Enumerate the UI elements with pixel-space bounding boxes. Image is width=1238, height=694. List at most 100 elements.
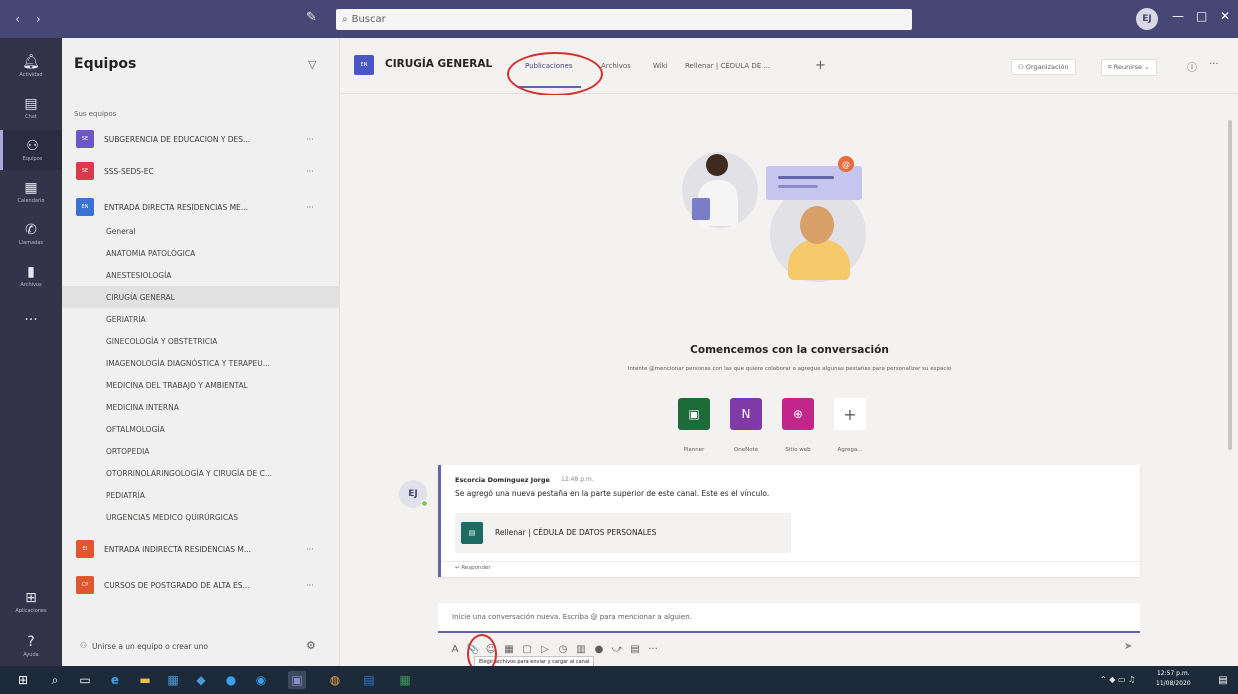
skype-icon[interactable]: ● <box>222 671 240 689</box>
rail-calls[interactable]: ✆ Llamadas <box>0 214 62 254</box>
channel-item[interactable]: ANATOMIA PATOLÓGICA <box>62 242 340 264</box>
team-row[interactable]: SE SSS-SEDS-EC ··· <box>62 156 340 186</box>
send-icon[interactable]: ➤ <box>1124 641 1132 652</box>
more-options-icon[interactable]: ··· <box>306 581 314 590</box>
channel-item[interactable]: PEDIATRÍA <box>62 484 340 506</box>
app-rail: 🔔︎ Actividad ▤ Chat ⚇ Equipos ▦ Calendar… <box>0 38 62 666</box>
add-app-button[interactable]: + <box>834 398 866 430</box>
team-name: ENTRADA DIRECTA RESIDENCIAS ME... <box>104 202 248 212</box>
clock[interactable]: 12:57 p.m. 11/08/2020 <box>1156 669 1191 689</box>
forms-icon[interactable]: ▤ <box>626 644 644 655</box>
channel-item[interactable]: GERIATRÍA <box>62 308 340 330</box>
info-icon[interactable]: ⓘ <box>1187 59 1197 74</box>
windows-start-icon[interactable]: ⊞ <box>14 671 32 689</box>
planner-app-button[interactable]: ▣ <box>678 398 710 430</box>
tray-icons[interactable]: ⌃ ◆ ▭ ♫ <box>1100 675 1135 684</box>
praise-icon[interactable]: ▥ <box>572 644 590 655</box>
compose-placeholder: Inicie una conversación nueva. Escriba @… <box>452 613 692 621</box>
tab-link-card[interactable]: ▤ Rellenar | CÉDULA DE DATOS PERSONALES <box>455 513 791 553</box>
search-input[interactable]: ⌕ Buscar <box>336 9 912 30</box>
channel-item-selected[interactable]: CIRUGÍA GENERAL <box>62 286 340 308</box>
globe-icon: ⊕ <box>792 407 804 421</box>
file-explorer-icon[interactable]: ▬ <box>136 671 154 689</box>
word-icon[interactable]: ▤ <box>360 671 378 689</box>
app-label: Agrega... <box>837 447 863 453</box>
join-or-create-team[interactable]: ⚇ Unirse a un equipo o crear uno ⚙ <box>62 636 340 658</box>
app-icon[interactable]: ● <box>590 644 608 655</box>
rail-apps[interactable]: ⊞ Aplicaciones <box>0 582 62 622</box>
more-options-icon[interactable]: ··· <box>306 135 314 144</box>
notifications-icon[interactable]: ▤ <box>1214 671 1232 689</box>
channel-item[interactable]: ORTOPEDIA <box>62 440 340 462</box>
channel-item[interactable]: GINECOLOGÍA Y OBSTETRICIA <box>62 330 340 352</box>
channel-item[interactable]: MEDICINA DEL TRABAJO Y AMBIENTAL <box>62 374 340 396</box>
rail-activity[interactable]: 🔔︎ Actividad <box>0 46 62 86</box>
user-avatar[interactable]: EJ <box>1136 8 1158 30</box>
teams-taskbar-icon[interactable]: ▣ <box>288 671 306 689</box>
more-options-icon[interactable]: ··· <box>306 203 314 212</box>
rail-help[interactable]: ? Ayuda <box>0 626 62 666</box>
search-icon[interactable]: ⌕ <box>46 671 64 689</box>
add-tab-icon[interactable]: + <box>815 58 826 73</box>
team-row[interactable]: EN ENTRADA DIRECTA RESIDENCIAS ME... ··· <box>62 192 340 222</box>
onenote-app-button[interactable]: N <box>730 398 762 430</box>
website-app-button[interactable]: ⊕ <box>782 398 814 430</box>
maximize-icon[interactable]: □ <box>1196 9 1207 23</box>
app-icon[interactable]: ◉ <box>252 671 270 689</box>
team-row[interactable]: EI ENTRADA INDIRECTA RESIDENCIAS M... ··… <box>62 534 340 564</box>
rail-calendar[interactable]: ▦ Calendario <box>0 172 62 212</box>
tab-wiki[interactable]: Wiki <box>653 62 668 70</box>
team-row[interactable]: SE SUBGERENCIA DE EDUCACION Y DES... ··· <box>62 124 340 154</box>
new-chat-icon[interactable]: ✎ <box>306 10 324 28</box>
store-icon[interactable]: ▦ <box>164 671 182 689</box>
welcome-subtitle: Intente @mencionar personas con las que … <box>627 366 952 372</box>
channel-item[interactable]: ANESTESIOLOGÍA <box>62 264 340 286</box>
tab-rellenar[interactable]: Rellenar | CÉDULA DE ... <box>685 62 770 70</box>
form-icon: ▤ <box>461 522 483 544</box>
channel-item[interactable]: General <box>62 220 340 242</box>
rail-teams[interactable]: ⚇ Equipos <box>0 130 62 170</box>
chat-icon: ▤ <box>24 96 38 112</box>
filter-icon[interactable]: ▽ <box>308 58 316 71</box>
rail-more[interactable]: ··· <box>0 300 62 340</box>
app-icon[interactable]: ◆ <box>192 671 210 689</box>
excel-icon[interactable]: ▦ <box>396 671 414 689</box>
help-icon: ? <box>27 634 35 650</box>
gear-icon[interactable]: ⚙ <box>306 639 316 652</box>
organization-button[interactable]: ⚇ Organización <box>1011 59 1076 75</box>
channel-item[interactable]: MEDICINA INTERNA <box>62 396 340 418</box>
rail-chat[interactable]: ▤ Chat <box>0 88 62 128</box>
channel-item[interactable]: OFTALMOLOGÍA <box>62 418 340 440</box>
gif-icon[interactable]: ▦ <box>500 644 518 655</box>
more-options-icon[interactable]: ··· <box>306 545 314 554</box>
channel-item[interactable]: IMAGENOLOGÍA DIAGNÓSTICA Y TERAPEU... <box>62 352 340 374</box>
sticker-icon[interactable]: ▢ <box>518 644 536 655</box>
schedule-icon[interactable]: ◷ <box>554 644 572 655</box>
meet-button[interactable]: ⌗ Reunirse ⌄ <box>1101 59 1157 76</box>
task-view-icon[interactable]: ▭ <box>76 671 94 689</box>
rail-files[interactable]: ▮ Archivos <box>0 256 62 296</box>
team-row[interactable]: CP CURSOS DE POSTGRADO DE ALTA ES... ··· <box>62 570 340 600</box>
app-label: Sitio web <box>785 447 811 453</box>
close-icon[interactable]: ✕ <box>1220 9 1230 23</box>
compose-box[interactable]: Inicie una conversación nueva. Escriba @… <box>438 603 1140 633</box>
meet-now-icon[interactable]: ▷ <box>536 644 554 655</box>
format-icon[interactable]: A <box>446 644 464 655</box>
title-bar: ‹ › ✎ ⌕ Buscar EJ — □ ✕ <box>0 0 1238 38</box>
back-forward-icon[interactable]: ‹ › <box>0 12 62 26</box>
stream-icon[interactable]: ⤻ <box>608 644 626 655</box>
channel-item[interactable]: OTORRINOLARINGOLOGÍA Y CIRUGÍA DE C... <box>62 462 340 484</box>
minimize-icon[interactable]: — <box>1172 9 1184 23</box>
more-options-icon[interactable]: ··· <box>306 167 314 176</box>
welcome-illustration: @ <box>670 140 880 300</box>
reply-link[interactable]: ↩ Responder <box>455 565 491 571</box>
reply-bar[interactable]: ↩ Responder <box>441 561 1140 577</box>
more-options-icon[interactable]: ··· <box>644 644 662 655</box>
chrome-icon[interactable]: ◍ <box>326 671 344 689</box>
edge-icon[interactable]: e <box>106 671 124 689</box>
tab-archivos[interactable]: Archivos <box>601 62 631 70</box>
more-options-icon[interactable]: ··· <box>1209 59 1219 70</box>
channel-item[interactable]: URGENCIAS MEDICO QUIRÚRGICAS <box>62 506 340 528</box>
message-card[interactable]: Escorcia Domínguez Jorge 12:48 p.m. Se a… <box>438 465 1140 577</box>
scrollbar[interactable] <box>1228 120 1232 450</box>
